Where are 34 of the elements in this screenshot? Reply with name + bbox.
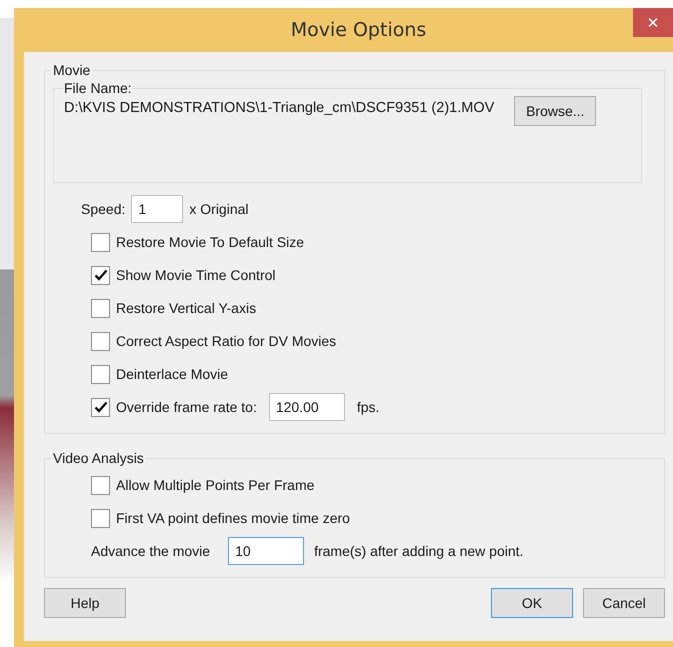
advance-frames-field[interactable]: 10 — [228, 537, 304, 565]
browse-button[interactable]: Browse... — [514, 96, 596, 126]
checkbox[interactable] — [91, 476, 110, 494]
checkbox[interactable] — [91, 298, 110, 318]
file-path: D:\KVIS DEMONSTRATIONS\1-Triangle_cm\DSCF9351 (2)1.MOV — [64, 100, 494, 116]
checkbox-label: Correct Aspect Ratio for DV Movies — [116, 333, 336, 349]
checkbox[interactable] — [91, 232, 110, 252]
checkbox-label: First VA point defines movie time zero — [116, 510, 350, 526]
dialog-button[interactable]: Help — [44, 588, 126, 618]
checkbox[interactable] — [91, 364, 110, 384]
group-title: Video Analysis — [52, 450, 145, 466]
close-button[interactable]: ✕ — [633, 8, 673, 37]
checkbox[interactable] — [91, 332, 110, 350]
dialog-button[interactable]: Cancel — [583, 588, 665, 618]
checkbox-label: Restore Movie To Default Size — [116, 234, 304, 250]
frame-rate-field[interactable]: 120.00 — [268, 393, 345, 421]
speed-label: Speed: — [81, 201, 126, 217]
checkbox[interactable] — [91, 398, 110, 416]
advance-label: Advance the movie — [91, 543, 210, 559]
advance-suffix: frame(s) after adding a new point. — [314, 543, 524, 559]
dialog-button[interactable]: OK — [491, 588, 573, 618]
speed-suffix: x Original — [189, 201, 249, 217]
checkbox-label: Override frame rate to: — [116, 399, 257, 415]
speed-field[interactable]: 1 — [131, 195, 184, 223]
checkbox-label: Allow Multiple Points Per Frame — [116, 477, 314, 493]
checkbox-label: Restore Vertical Y-axis — [116, 300, 256, 316]
file-name-label: File Name: — [64, 80, 132, 96]
window-title: Movie Options — [290, 19, 426, 41]
checkbox-label: Show Movie Time Control — [116, 267, 276, 283]
fps-label: fps. — [356, 399, 380, 415]
checkbox-label: Deinterlace Movie — [116, 366, 228, 382]
checkbox[interactable] — [91, 508, 110, 528]
checkbox[interactable] — [91, 266, 110, 284]
group-title: Movie — [52, 62, 92, 78]
